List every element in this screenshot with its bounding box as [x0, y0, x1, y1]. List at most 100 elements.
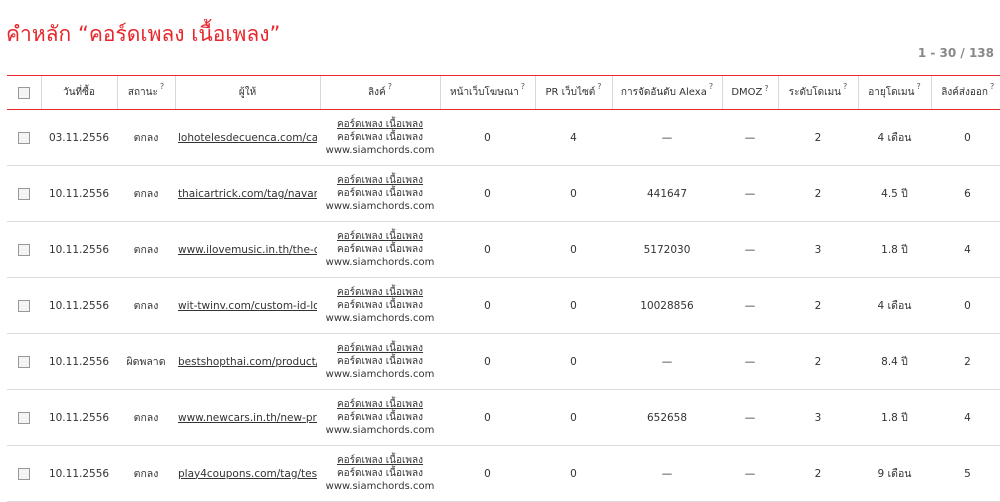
page-rank: 0	[535, 333, 612, 390]
domain-age: 1.8 ปี	[858, 221, 931, 278]
help-icon[interactable]: ?	[521, 82, 525, 91]
status: ผิดพลาด	[117, 333, 175, 390]
anchor-text-line: www.siamchords.com	[325, 313, 435, 324]
page-rank: 0	[535, 221, 612, 278]
anchor-text-line: คอร์ดเพลง เนื้อเพลง	[336, 412, 424, 423]
anchor-text-line: www.siamchords.com	[325, 145, 435, 156]
header-purchase-date: วันที่ซื้อ	[40, 75, 117, 110]
ad-page-count: 0	[440, 333, 535, 390]
table-row: 10.11.2556 ตกลง www.ilovemusic.in.th/the-c…	[7, 221, 1000, 278]
page-rank: 0	[535, 277, 612, 334]
purchase-date: 10.11.2556	[41, 165, 117, 222]
anchor-text-line: คอร์ดเพลง เนื้อเพลง	[336, 132, 424, 143]
provider-url-link[interactable]: thaicartrick.com/tag/navara-	[178, 188, 317, 200]
help-icon[interactable]: ?	[916, 82, 920, 91]
row-checkbox[interactable]	[18, 355, 30, 368]
anchor-text-line: www.siamchords.com	[325, 425, 435, 436]
ad-page-count: 0	[440, 109, 535, 166]
link-cell: คอร์ดเพลง เนื้อเพลง คอร์ดเพลง เนื้อเพลง ww…	[320, 389, 440, 446]
status: ตกลง	[117, 221, 175, 278]
domain-age: 8.4 ปี	[858, 333, 931, 390]
row-checkbox[interactable]	[18, 243, 30, 256]
anchor-text-line: www.siamchords.com	[325, 369, 435, 380]
row-select-cell	[7, 277, 41, 334]
results-table: วันที่ซื้อ สถานะ? ผู้ให้ ลิงค์? หน้าเว็บโฆษณ…	[7, 75, 1000, 502]
header-domain-age: อายุโดเมน?	[857, 75, 931, 110]
dmoz-status: —	[722, 165, 778, 222]
anchor-text-link[interactable]: คอร์ดเพลง เนื้อเพลง	[323, 230, 437, 243]
anchor-text-line: คอร์ดเพลง เนื้อเพลง	[336, 244, 424, 255]
domain-level: 3	[778, 389, 858, 446]
table-body: 03.11.2556ตกลงlohotelesdecuenca.com/cate…	[7, 109, 1000, 502]
select-all-checkbox[interactable]	[17, 86, 30, 99]
domain-level: 2	[778, 109, 858, 166]
provider-url-link[interactable]: play4coupons.com/tag/tesc	[178, 468, 317, 480]
header-select-all	[7, 75, 41, 110]
purchase-date: 10.11.2556	[41, 277, 117, 334]
link-cell: คอร์ดเพลง เนื้อเพลง คอร์ดเพลง เนื้อเพลง ww…	[320, 165, 440, 222]
row-checkbox[interactable]	[18, 299, 30, 312]
column-label: ผู้ให้	[238, 87, 257, 98]
row-checkbox[interactable]	[18, 467, 30, 480]
row-checkbox[interactable]	[18, 131, 30, 144]
provider-cell: www.ilovemusic.in.th/the-cr	[175, 221, 320, 278]
column-label: ลิงค์ส่งออก	[941, 87, 988, 98]
domain-level: 2	[778, 333, 858, 390]
help-icon[interactable]: ?	[388, 82, 392, 91]
header-outbound-links: ลิงค์ส่งออก?	[930, 75, 1000, 110]
purchase-date: 10.11.2556	[41, 389, 117, 446]
anchor-text-line: คอร์ดเพลง เนื้อเพลง	[336, 300, 424, 311]
provider-url-link[interactable]: www.ilovemusic.in.th/the-cr	[178, 244, 317, 256]
outbound-links: 2	[931, 333, 1000, 390]
dmoz-status: —	[722, 389, 778, 446]
anchor-text-link[interactable]: คอร์ดเพลง เนื้อเพลง	[323, 118, 437, 131]
row-checkbox[interactable]	[18, 187, 30, 200]
help-icon[interactable]: ?	[764, 84, 768, 93]
link-cell: คอร์ดเพลง เนื้อเพลง คอร์ดเพลง เนื้อเพลง ww…	[320, 109, 440, 166]
header-ad-page: หน้าเว็บโฆษณา?	[439, 75, 535, 110]
provider-cell: wit-twinv.com/custom-id-los	[175, 277, 320, 334]
table-row: 10.11.2556 ตกลง thaicartrick.com/tag/navar…	[7, 165, 1000, 222]
table-row: 10.11.2556 ผิดพลาด bestshopthai.com/produc…	[7, 333, 1000, 390]
row-checkbox[interactable]	[18, 411, 30, 424]
anchor-text-link[interactable]: คอร์ดเพลง เนื้อเพลง	[323, 342, 437, 355]
alexa-rank: 652658	[612, 389, 722, 446]
anchor-text-link[interactable]: คอร์ดเพลง เนื้อเพลง	[323, 286, 437, 299]
anchor-text-link[interactable]: คอร์ดเพลง เนื้อเพลง	[323, 398, 437, 411]
alexa-rank: 10028856	[612, 277, 722, 334]
help-icon[interactable]: ?	[709, 82, 713, 91]
provider-url-link[interactable]: lohotelesdecuenca.com/category/	[178, 132, 317, 144]
outbound-links: 4	[931, 389, 1000, 446]
provider-url-link[interactable]: www.newcars.in.th/new-pric	[178, 412, 317, 424]
table-row: 10.11.2556 ตกลง wit-twinv.com/custom-id-lo…	[7, 277, 1000, 334]
help-icon[interactable]: ?	[990, 82, 994, 91]
table-row: 10.11.2556 ตกลง www.newcars.in.th/new-pric…	[7, 389, 1000, 446]
page-rank: 0	[535, 445, 612, 502]
provider-cell: www.newcars.in.th/new-pric	[175, 389, 320, 446]
row-select-cell	[7, 165, 41, 222]
anchor-text-link[interactable]: คอร์ดเพลง เนื้อเพลง	[323, 174, 437, 187]
provider-url-link[interactable]: wit-twinv.com/custom-id-los	[178, 300, 317, 312]
anchor-text-link[interactable]: คอร์ดเพลง เนื้อเพลง	[323, 454, 437, 467]
anchor-text-line: คอร์ดเพลง เนื้อเพลง	[336, 468, 424, 479]
help-icon[interactable]: ?	[597, 82, 601, 91]
column-label: DMOZ	[731, 87, 763, 98]
row-select-cell	[7, 221, 41, 278]
ad-page-count: 0	[440, 165, 535, 222]
page-rank: 0	[535, 389, 612, 446]
link-cell: คอร์ดเพลง เนื้อเพลง คอร์ดเพลง เนื้อเพลง ww…	[320, 221, 440, 278]
help-icon[interactable]: ?	[160, 82, 164, 91]
dmoz-status: —	[722, 277, 778, 334]
page-rank: 4	[535, 109, 612, 166]
provider-cell: play4coupons.com/tag/tesc	[175, 445, 320, 502]
outbound-links: 6	[931, 165, 1000, 222]
status: ตกลง	[117, 165, 175, 222]
domain-age: 1.8 ปี	[858, 389, 931, 446]
provider-url-link[interactable]: bestshopthai.com/product/r	[178, 356, 317, 368]
header-status: สถานะ?	[116, 75, 175, 110]
domain-age: 4.5 ปี	[858, 165, 931, 222]
status: ตกลง	[117, 109, 175, 166]
ad-page-count: 0	[440, 277, 535, 334]
domain-age: 4 เดือน	[858, 109, 931, 166]
help-icon[interactable]: ?	[843, 82, 847, 91]
